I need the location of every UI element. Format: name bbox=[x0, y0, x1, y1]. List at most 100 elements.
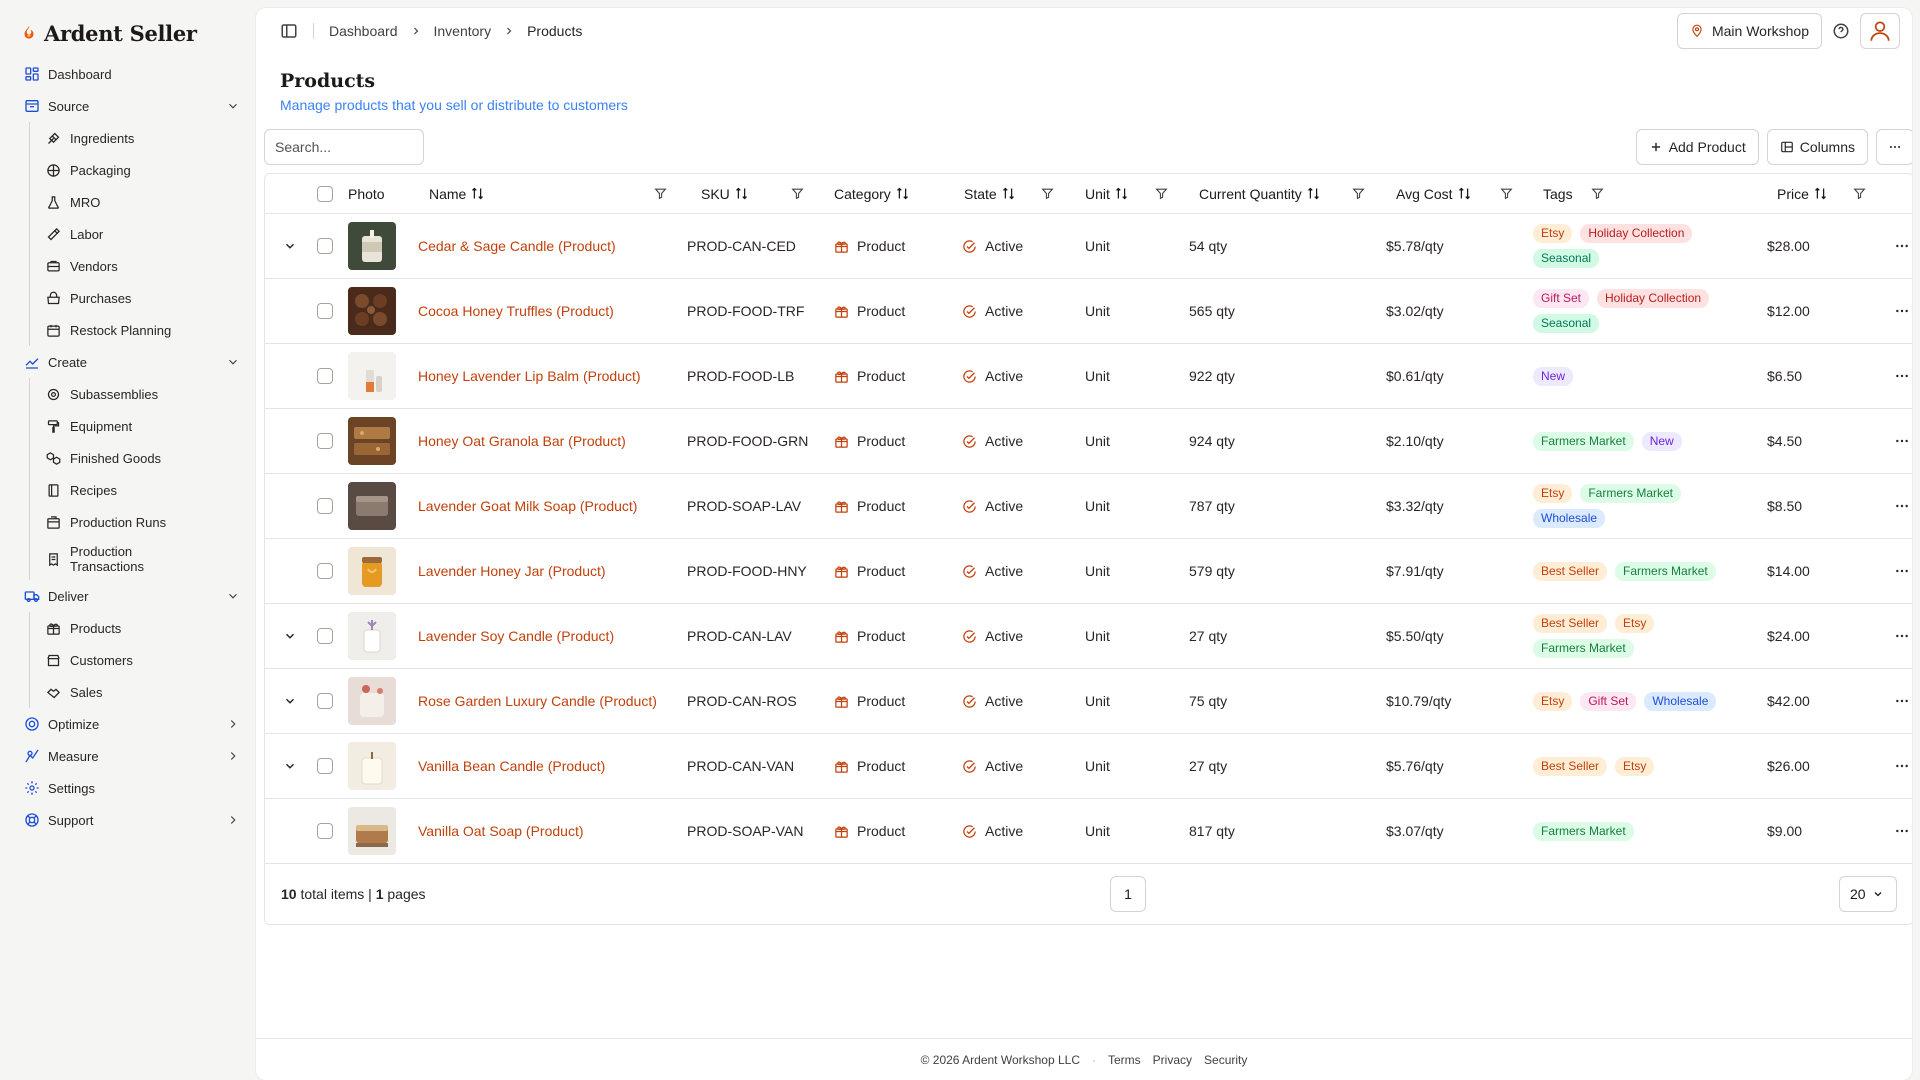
table-row[interactable]: Cocoa Honey Truffles (Product) PROD-FOOD-… bbox=[265, 279, 1912, 344]
product-photo[interactable] bbox=[348, 222, 396, 270]
select-all-checkbox[interactable] bbox=[317, 185, 333, 202]
sidebar-item-packaging[interactable]: Packaging bbox=[46, 154, 244, 186]
filter-icon[interactable] bbox=[791, 187, 804, 200]
header-category[interactable]: Category bbox=[820, 174, 950, 213]
sidebar-item-recipes[interactable]: Recipes bbox=[46, 474, 244, 506]
filter-icon[interactable] bbox=[1853, 187, 1866, 200]
table-row[interactable]: Lavender Goat Milk Soap (Product) PROD-SO… bbox=[265, 474, 1912, 539]
row-checkbox[interactable] bbox=[317, 303, 333, 319]
header-unit[interactable]: Unit bbox=[1070, 174, 1184, 213]
sidebar-item-sales[interactable]: Sales bbox=[46, 676, 244, 708]
sidebar-item-finished-goods[interactable]: Finished Goods bbox=[46, 442, 244, 474]
add-product-button[interactable]: Add Product bbox=[1635, 129, 1759, 165]
columns-button[interactable]: Columns bbox=[1766, 129, 1868, 165]
brand[interactable]: Ardent Seller bbox=[20, 18, 244, 48]
header-sku[interactable]: SKU bbox=[683, 174, 820, 213]
sidebar-group-support[interactable]: Support bbox=[20, 804, 244, 836]
sidebar-item-labor[interactable]: Labor bbox=[46, 218, 244, 250]
table-row[interactable]: Vanilla Oat Soap (Product) PROD-SOAP-VAN P… bbox=[265, 799, 1912, 864]
sort-icon[interactable] bbox=[1001, 186, 1016, 201]
more-horizontal-icon[interactable] bbox=[1894, 823, 1910, 839]
sidebar-item-purchases[interactable]: Purchases bbox=[46, 282, 244, 314]
product-photo[interactable] bbox=[348, 287, 396, 335]
sidebar-item-restock-planning[interactable]: Restock Planning bbox=[46, 314, 244, 346]
product-photo[interactable] bbox=[348, 742, 396, 790]
product-name-link[interactable]: Cocoa Honey Truffles (Product) bbox=[418, 303, 614, 319]
row-checkbox[interactable] bbox=[317, 368, 333, 384]
sidebar-item-mro[interactable]: MRO bbox=[46, 186, 244, 218]
page-size-select[interactable]: 20 bbox=[1839, 876, 1897, 912]
sort-icon[interactable] bbox=[1114, 186, 1129, 201]
sidebar-item-subassemblies[interactable]: Subassemblies bbox=[46, 378, 244, 410]
more-horizontal-icon[interactable] bbox=[1894, 238, 1910, 254]
header-current-quantity[interactable]: Current Quantity bbox=[1184, 174, 1381, 213]
row-checkbox[interactable] bbox=[317, 693, 333, 709]
table-row[interactable]: Lavender Soy Candle (Product) PROD-CAN-LA… bbox=[265, 604, 1912, 669]
product-name-link[interactable]: Honey Lavender Lip Balm (Product) bbox=[418, 368, 641, 384]
more-horizontal-icon[interactable] bbox=[1894, 368, 1910, 384]
sidebar-item-vendors[interactable]: Vendors bbox=[46, 250, 244, 282]
sidebar-group-deliver[interactable]: Deliver bbox=[20, 580, 244, 612]
filter-icon[interactable] bbox=[1041, 187, 1054, 200]
page-button-current[interactable]: 1 bbox=[1110, 876, 1146, 912]
product-name-link[interactable]: Vanilla Oat Soap (Product) bbox=[418, 823, 584, 839]
footer-link-security[interactable]: Security bbox=[1204, 1053, 1247, 1067]
more-horizontal-icon[interactable] bbox=[1894, 303, 1910, 319]
sidebar-item-equipment[interactable]: Equipment bbox=[46, 410, 244, 442]
header-price[interactable]: Price bbox=[1764, 174, 1882, 213]
sidebar-group-create[interactable]: Create bbox=[20, 346, 244, 378]
sidebar-item-customers[interactable]: Customers bbox=[46, 644, 244, 676]
header-avg-cost[interactable]: Avg Cost bbox=[1381, 174, 1529, 213]
product-photo[interactable] bbox=[348, 612, 396, 660]
product-name-link[interactable]: Rose Garden Luxury Candle (Product) bbox=[418, 693, 657, 709]
more-horizontal-icon[interactable] bbox=[1894, 498, 1910, 514]
product-photo[interactable] bbox=[348, 547, 396, 595]
sort-icon[interactable] bbox=[470, 186, 485, 201]
row-checkbox[interactable] bbox=[317, 758, 333, 774]
table-row[interactable]: Honey Lavender Lip Balm (Product) PROD-FO… bbox=[265, 344, 1912, 409]
sidebar-item-ingredients[interactable]: Ingredients bbox=[46, 122, 244, 154]
user-avatar-button[interactable] bbox=[1860, 13, 1900, 49]
filter-icon[interactable] bbox=[1591, 187, 1604, 200]
row-checkbox[interactable] bbox=[317, 563, 333, 579]
footer-link-privacy[interactable]: Privacy bbox=[1153, 1053, 1192, 1067]
filter-icon[interactable] bbox=[1155, 187, 1168, 200]
row-checkbox[interactable] bbox=[317, 823, 333, 839]
breadcrumb-dashboard[interactable]: Dashboard bbox=[329, 23, 398, 39]
more-horizontal-icon[interactable] bbox=[1894, 628, 1910, 644]
help-circle-icon[interactable] bbox=[1832, 22, 1850, 40]
product-name-link[interactable]: Cedar & Sage Candle (Product) bbox=[418, 238, 616, 254]
product-name-link[interactable]: Lavender Honey Jar (Product) bbox=[418, 563, 606, 579]
product-name-link[interactable]: Lavender Goat Milk Soap (Product) bbox=[418, 498, 637, 514]
footer-link-terms[interactable]: Terms bbox=[1108, 1053, 1141, 1067]
product-photo[interactable] bbox=[348, 352, 396, 400]
sidebar-group-measure[interactable]: Measure bbox=[20, 740, 244, 772]
sort-icon[interactable] bbox=[895, 186, 910, 201]
more-horizontal-icon[interactable] bbox=[1894, 693, 1910, 709]
product-photo[interactable] bbox=[348, 807, 396, 855]
chevron-down-icon[interactable] bbox=[283, 694, 297, 708]
product-name-link[interactable]: Lavender Soy Candle (Product) bbox=[418, 628, 614, 644]
row-checkbox[interactable] bbox=[317, 498, 333, 514]
sidebar-item-production-transactions[interactable]: Production Transactions bbox=[46, 538, 244, 580]
chevron-down-icon[interactable] bbox=[283, 239, 297, 253]
filter-icon[interactable] bbox=[1500, 187, 1513, 200]
row-checkbox[interactable] bbox=[317, 433, 333, 449]
more-horizontal-icon[interactable] bbox=[1894, 433, 1910, 449]
breadcrumb-inventory[interactable]: Inventory bbox=[434, 23, 492, 39]
search-input[interactable] bbox=[264, 129, 424, 165]
sidebar-item-products[interactable]: Products bbox=[46, 612, 244, 644]
sort-icon[interactable] bbox=[734, 186, 749, 201]
chevron-down-icon[interactable] bbox=[283, 629, 297, 643]
header-name[interactable]: Name bbox=[413, 174, 683, 213]
product-name-link[interactable]: Honey Oat Granola Bar (Product) bbox=[418, 433, 626, 449]
sidebar-group-source[interactable]: Source bbox=[20, 90, 244, 122]
header-tags[interactable]: Tags bbox=[1529, 174, 1764, 213]
table-row[interactable]: Vanilla Bean Candle (Product) PROD-CAN-VA… bbox=[265, 734, 1912, 799]
workshop-selector-button[interactable]: Main Workshop bbox=[1676, 13, 1822, 49]
header-state[interactable]: State bbox=[950, 174, 1070, 213]
more-options-button[interactable] bbox=[1876, 129, 1912, 165]
table-row[interactable]: Rose Garden Luxury Candle (Product) PROD-… bbox=[265, 669, 1912, 734]
filter-icon[interactable] bbox=[654, 187, 667, 200]
product-photo[interactable] bbox=[348, 417, 396, 465]
